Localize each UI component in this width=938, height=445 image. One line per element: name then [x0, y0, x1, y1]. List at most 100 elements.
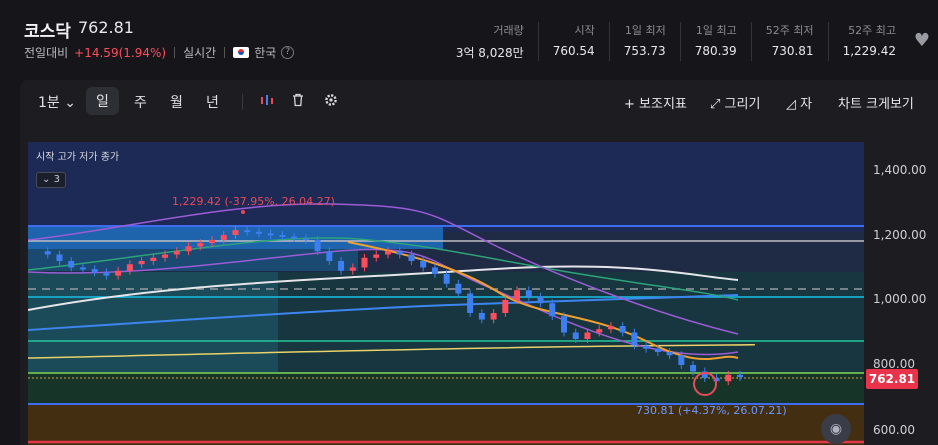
candle-up — [584, 332, 591, 339]
candle-down — [643, 345, 650, 349]
divider — [242, 94, 243, 110]
index-title: 코스닥 — [24, 22, 71, 42]
volume-profile-bar — [28, 249, 358, 271]
candle-up — [725, 374, 732, 382]
price-axis: 1,400.00 1,200.00 1,000.00 800.00 600.00 — [864, 142, 938, 445]
candle-down — [79, 267, 86, 270]
candle-down — [68, 261, 75, 268]
tab-year[interactable]: 년 — [206, 92, 219, 112]
candle-down — [56, 254, 63, 261]
candle-up — [361, 257, 368, 268]
candle-up — [115, 270, 122, 276]
y-tick: 1,400.00 — [873, 163, 927, 177]
candle-up — [385, 251, 391, 255]
candle-up — [185, 246, 192, 252]
index-subline: 전일대비 +14.59(1.94%) 실시간 한국 ? — [24, 44, 295, 61]
candle-up — [126, 264, 133, 271]
candle-up — [220, 235, 227, 240]
candle-down — [431, 267, 438, 274]
candle-up — [349, 267, 356, 271]
candle-down — [619, 326, 626, 333]
country-label: 한국 — [254, 46, 277, 60]
candle-down — [572, 332, 579, 339]
candle-up — [173, 251, 180, 255]
candle-up — [150, 257, 157, 261]
stat-open: 시작 760.54 — [537, 22, 595, 61]
y-tick: 1,200.00 — [873, 228, 927, 242]
candle-down — [525, 290, 532, 297]
candle-down — [408, 254, 415, 261]
settings-gear-icon[interactable] — [324, 93, 338, 111]
candle-down — [737, 374, 743, 378]
ohlc-legend: 시작 고가 저가 종가 — [36, 152, 120, 163]
candle-down — [467, 293, 474, 313]
stats-bar: 거래량 3억 8,028만 시작 760.54 1일 최저 753.73 1일 최고 7… — [442, 22, 896, 61]
candle-down — [420, 261, 427, 268]
candle-down — [44, 251, 51, 255]
trash-icon[interactable] — [291, 93, 305, 111]
price-chart[interactable] — [28, 142, 864, 445]
draw-button[interactable]: ⤢ 그리기 — [710, 93, 760, 112]
index-price: 762.81 — [78, 18, 134, 37]
candle-down — [561, 316, 567, 333]
korea-flag-icon — [233, 47, 250, 58]
enlarge-chart-button[interactable]: 차트 크게보기 — [838, 93, 914, 112]
change-value: +14.59(1.94%) — [74, 45, 167, 60]
favorite-heart-icon[interactable]: ♥ — [914, 30, 930, 51]
candle-down — [443, 274, 450, 284]
divider — [174, 47, 176, 58]
candle-up — [373, 254, 380, 258]
y-tick: 600.00 — [873, 423, 915, 437]
candle-up — [607, 326, 614, 330]
candle-up — [232, 230, 239, 235]
chart-canvas — [28, 142, 864, 445]
stat-52w-low: 52주 최저 730.81 — [750, 22, 814, 61]
candle-up — [502, 300, 509, 313]
candle-down — [91, 269, 98, 273]
ruler-button[interactable]: ◿ 자 — [786, 93, 812, 112]
current-price-badge: 762.81 — [866, 369, 918, 389]
candle-down — [455, 283, 462, 294]
stat-volume: 거래량 3억 8,028만 — [455, 24, 524, 60]
stat-52w-high: 52주 최고 1,229.42 — [827, 22, 896, 61]
tab-week[interactable]: 주 — [134, 92, 147, 112]
chart-toolbar: 1분 ⌄ 일 주 월 년 + 보조지표 ⤢ 그리기 ◿ 자 차트 크게보기 — [20, 80, 938, 124]
candle-down — [690, 365, 697, 372]
candle-type-icon[interactable] — [260, 93, 274, 111]
change-label: 전일대비 — [24, 46, 69, 60]
candle-up — [596, 329, 603, 333]
candle-down — [666, 352, 673, 356]
tab-month[interactable]: 월 — [170, 92, 183, 112]
indicator-button[interactable]: + 보조지표 — [624, 93, 687, 112]
high-annotation: 1,229.42 (-37.95%, 26.04.27) — [172, 195, 335, 208]
candle-up — [490, 313, 497, 320]
header: 코스닥 762.81 전일대비 +14.59(1.94%) 실시간 한국 ? 거… — [0, 0, 938, 70]
y-tick: 1,000.00 — [873, 292, 927, 306]
help-icon[interactable]: ? — [281, 46, 295, 59]
candle-down — [537, 296, 544, 304]
candle-down — [291, 236, 298, 239]
divider — [224, 47, 226, 58]
high-marker — [241, 210, 245, 214]
interval-select[interactable]: 1분 ⌄ — [38, 92, 76, 112]
candle-up — [197, 243, 204, 247]
candle-down — [279, 235, 286, 237]
candle-down — [267, 233, 274, 236]
candle-up — [209, 239, 215, 244]
stat-day-high: 1일 최고 780.39 — [679, 22, 737, 61]
candle-down — [255, 231, 262, 234]
legend-collapse-toggle[interactable]: ⌄ 3 — [36, 172, 66, 188]
candle-down — [314, 239, 321, 252]
candle-down — [338, 261, 345, 271]
candle-up — [138, 261, 145, 265]
candle-down — [549, 303, 556, 317]
tab-day[interactable]: 일 — [86, 87, 119, 115]
candle-down — [244, 230, 251, 233]
candle-down — [478, 313, 485, 320]
candle-down — [302, 238, 309, 241]
realtime-label: 실시간 — [183, 46, 217, 60]
candle-down — [326, 251, 333, 261]
eye-visibility-icon[interactable]: ◉ — [821, 414, 851, 444]
chevron-down-icon: ⌄ — [64, 95, 76, 111]
candle-up — [162, 254, 169, 258]
